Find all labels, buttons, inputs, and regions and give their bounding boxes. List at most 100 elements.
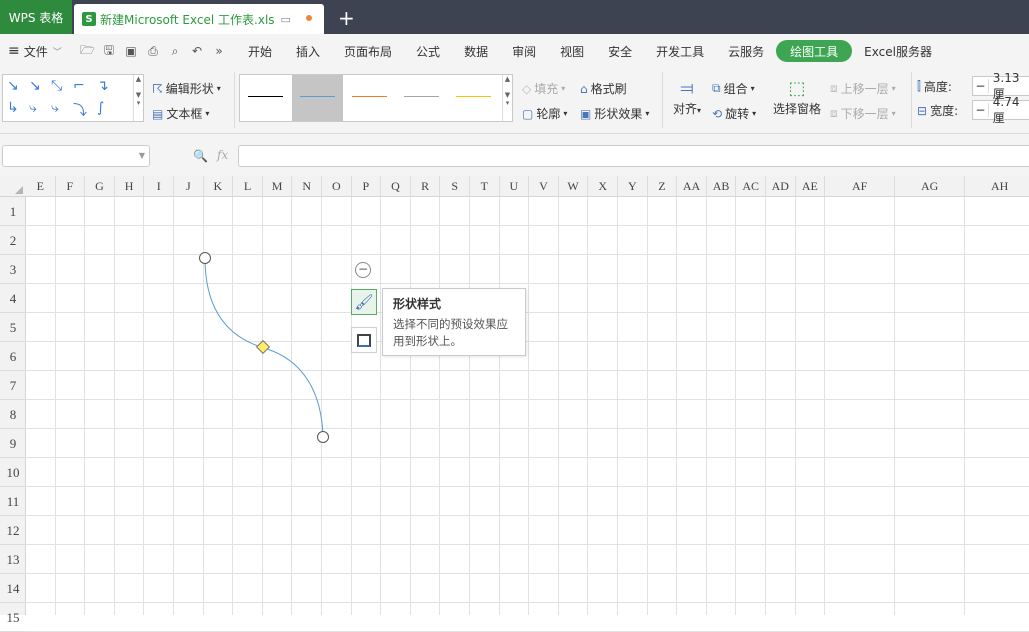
connector-shape-gallery[interactable]: ↘ ↘ ⤡ ⌐ ↴ ↳ ⤷ ⤷ ⤵ ∫ ▲ ▼ ▾ xyxy=(2,74,144,122)
elbow-double-arrow-icon[interactable]: ↳ xyxy=(7,100,19,116)
monitor-icon[interactable]: ▭ xyxy=(281,13,291,26)
height-decrement-button[interactable]: − xyxy=(973,79,989,93)
column-header-p[interactable]: P xyxy=(352,176,382,197)
curved-connector-icon[interactable]: ⤷ xyxy=(29,100,37,116)
row-header-13[interactable]: 13 xyxy=(0,545,26,574)
height-spinner[interactable]: − 3.13厘 xyxy=(972,71,1029,101)
collapse-toolbar-icon[interactable]: − xyxy=(355,262,371,278)
tab-data[interactable]: 数据 xyxy=(452,40,500,62)
elbow-arrow-connector-icon[interactable]: ↴ xyxy=(97,78,109,94)
column-header-ac[interactable]: AC xyxy=(736,176,766,197)
gallery-scroll[interactable]: ▲ ▼ ▾ xyxy=(133,75,143,121)
save-icon[interactable]: 🖫 xyxy=(102,41,116,62)
fill-button[interactable]: ◇ 填充 ▾ xyxy=(522,80,565,97)
tab-security[interactable]: 安全 xyxy=(596,40,644,62)
column-header-x[interactable]: X xyxy=(588,176,618,197)
style-swatch-gold[interactable] xyxy=(448,75,499,121)
app-tab-wps[interactable]: WPS 表格 xyxy=(0,0,72,34)
double-arrow-connector-icon[interactable]: ⤡ xyxy=(51,78,62,94)
tab-formulas[interactable]: 公式 xyxy=(404,40,452,62)
column-header-af[interactable]: AF xyxy=(825,176,896,197)
tab-cloud-service[interactable]: 云服务 xyxy=(716,40,776,62)
row-header-14[interactable]: 14 xyxy=(0,574,26,603)
column-header-i[interactable]: I xyxy=(144,176,174,197)
column-header-n[interactable]: N xyxy=(292,176,322,197)
row-header-10[interactable]: 10 xyxy=(0,458,26,487)
row-header-15[interactable]: 15 xyxy=(0,603,26,632)
shape-outline-float-button[interactable] xyxy=(351,327,377,353)
curved-arrow-connector-icon[interactable]: ⤷ xyxy=(51,100,59,116)
column-header-s[interactable]: S xyxy=(440,176,470,197)
shape-style-gallery[interactable]: ▲ ▼ ▾ xyxy=(239,74,513,122)
rotate-button[interactable]: ⟲ 旋转 ▾ xyxy=(712,105,756,122)
row-header-5[interactable]: 5 xyxy=(0,313,26,342)
tab-developer[interactable]: 开发工具 xyxy=(644,40,716,62)
tab-review[interactable]: 审阅 xyxy=(500,40,548,62)
column-header-q[interactable]: Q xyxy=(381,176,411,197)
row-header-12[interactable]: 12 xyxy=(0,516,26,545)
shape-style-float-button[interactable]: 🖌 xyxy=(351,289,377,315)
row-header-2[interactable]: 2 xyxy=(0,226,26,255)
selection-pane-button[interactable]: ⬚ 选择窗格 xyxy=(770,78,824,117)
row-header-9[interactable]: 9 xyxy=(0,429,26,458)
file-menu-button[interactable]: ≡ 文件 ﹀ xyxy=(0,43,80,60)
column-header-h[interactable]: H xyxy=(115,176,145,197)
column-header-t[interactable]: T xyxy=(470,176,500,197)
column-header-ad[interactable]: AD xyxy=(766,176,796,197)
straight-connector-icon[interactable]: ↘ xyxy=(7,78,19,94)
fx-icon[interactable]: fx xyxy=(217,148,228,162)
chevron-down-icon[interactable]: ▼ xyxy=(139,151,145,160)
shape-effect-button[interactable]: ▣ 形状效果 ▾ xyxy=(580,105,649,122)
formula-input[interactable] xyxy=(238,145,1029,167)
width-decrement-button[interactable]: − xyxy=(973,103,989,117)
elbow-connector-icon[interactable]: ⌐ xyxy=(73,78,85,94)
spreadsheet-grid[interactable]: E F G H I J K L M N O P Q R S T U V W X Y Z AA AB AC AD AE AF AG AH 1… xyxy=(0,176,1029,632)
column-header-ab[interactable]: AB xyxy=(707,176,737,197)
curved-double-arrow-icon[interactable]: ⤵ xyxy=(73,100,87,120)
column-header-e[interactable]: E xyxy=(26,176,56,197)
s-curve-connector-icon[interactable]: ∫ xyxy=(97,100,104,116)
column-header-f[interactable]: F xyxy=(56,176,86,197)
column-header-ah[interactable]: AH xyxy=(965,176,1029,197)
row-header-8[interactable]: 8 xyxy=(0,400,26,429)
more-icon[interactable]: » xyxy=(212,44,226,58)
row-header-3[interactable]: 3 xyxy=(0,255,26,284)
edit-shape-button[interactable]: ☈ 编辑形状 ▾ xyxy=(152,80,221,97)
style-swatch-blue[interactable] xyxy=(292,75,343,121)
align-button[interactable]: ⫤ 对齐▾ xyxy=(670,78,704,117)
width-spinner[interactable]: − 4.74厘 xyxy=(972,95,1029,125)
bring-forward-button[interactable]: ⧈ 上移一层 ▾ xyxy=(830,80,896,97)
tab-drawing-tools[interactable]: 绘图工具 xyxy=(776,40,853,62)
column-header-w[interactable]: W xyxy=(559,176,589,197)
format-painter-button[interactable]: ⌂ 格式刷 xyxy=(580,80,627,97)
row-header-7[interactable]: 7 xyxy=(0,371,26,400)
select-all-corner[interactable] xyxy=(0,176,26,197)
column-header-ag[interactable]: AG xyxy=(895,176,966,197)
column-header-j[interactable]: J xyxy=(174,176,204,197)
row-header-6[interactable]: 6 xyxy=(0,342,26,371)
arrow-connector-icon[interactable]: ↘ xyxy=(29,78,41,94)
column-header-r[interactable]: R xyxy=(411,176,441,197)
style-gallery-scroll[interactable]: ▲ ▼ ▾ xyxy=(502,75,512,121)
column-header-aa[interactable]: AA xyxy=(677,176,707,197)
column-header-u[interactable]: U xyxy=(500,176,530,197)
column-header-ae[interactable]: AE xyxy=(796,176,826,197)
column-header-y[interactable]: Y xyxy=(618,176,648,197)
width-value[interactable]: 4.74厘 xyxy=(989,95,1029,126)
column-header-z[interactable]: Z xyxy=(648,176,678,197)
tab-home[interactable]: 开始 xyxy=(236,40,284,62)
zoom-search-icon[interactable]: 🔍 xyxy=(193,149,208,163)
column-header-m[interactable]: M xyxy=(263,176,293,197)
tab-insert[interactable]: 插入 xyxy=(284,40,332,62)
open-folder-icon[interactable]: 🗁 xyxy=(80,41,95,62)
name-box[interactable]: ▼ xyxy=(2,145,150,167)
tab-page-layout[interactable]: 页面布局 xyxy=(332,40,404,62)
undo-icon[interactable]: ↶ xyxy=(190,44,204,58)
outline-button[interactable]: ▢ 轮廓 ▾ xyxy=(522,105,567,122)
row-header-1[interactable]: 1 xyxy=(0,197,26,226)
row-header-11[interactable]: 11 xyxy=(0,487,26,516)
new-tab-button[interactable]: + xyxy=(338,6,355,30)
send-backward-button[interactable]: ⧈ 下移一层 ▾ xyxy=(830,105,896,122)
style-swatch-orange[interactable] xyxy=(344,75,395,121)
column-header-l[interactable]: L xyxy=(233,176,263,197)
